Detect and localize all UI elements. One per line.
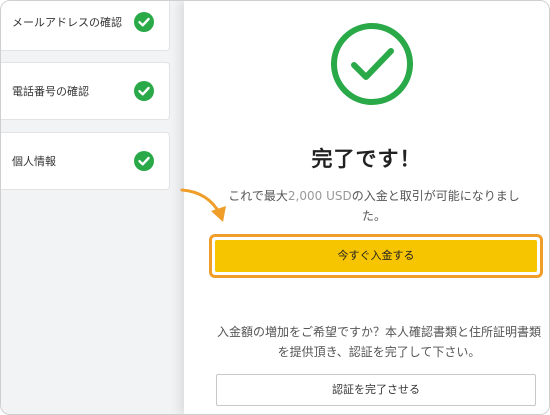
step-phone-verification[interactable]: 電話番号の確認 (1, 62, 170, 120)
message-prefix: これで最大 (228, 189, 288, 203)
complete-verification-button[interactable]: 認証を完了させる (216, 374, 536, 406)
check-circle-icon (134, 12, 154, 32)
pointer-arrow-icon (180, 188, 226, 222)
deposit-now-button[interactable]: 今すぐ入金する (215, 240, 537, 272)
verification-steps-sidebar: メールアドレスの確認 電話番号の確認 個人情報 (1, 1, 184, 414)
upgrade-info-text: 入金額の増加をご希望ですか？本人確認書類と住所証明書類を提供頂き、認証を完了して… (216, 325, 541, 359)
message-suffix: の入金と取引が可能になりました。 (351, 189, 520, 223)
step-label-phone: 電話番号の確認 (12, 85, 89, 98)
completion-message: これで最大2,000 USDの入金と取引が可能になりました。 (224, 186, 524, 226)
deposit-limit-amount: 2,000 USD (287, 189, 352, 203)
step-label-personal-info: 個人情報 (12, 155, 56, 168)
completion-panel: 完了です！ これで最大2,000 USDの入金と取引が可能になりました。 今すぐ… (184, 1, 549, 414)
window-frame: メールアドレスの確認 電話番号の確認 個人情報 完了です！ これで最大2,000… (0, 0, 550, 415)
check-circle-icon (134, 151, 154, 171)
success-check-icon (331, 23, 413, 105)
check-circle-icon (134, 81, 154, 101)
step-label-email: メールアドレスの確認 (12, 16, 122, 29)
step-email-verification[interactable]: メールアドレスの確認 (1, 1, 170, 51)
completion-title: 完了です！ (311, 147, 422, 171)
step-personal-info[interactable]: 個人情報 (1, 132, 170, 190)
